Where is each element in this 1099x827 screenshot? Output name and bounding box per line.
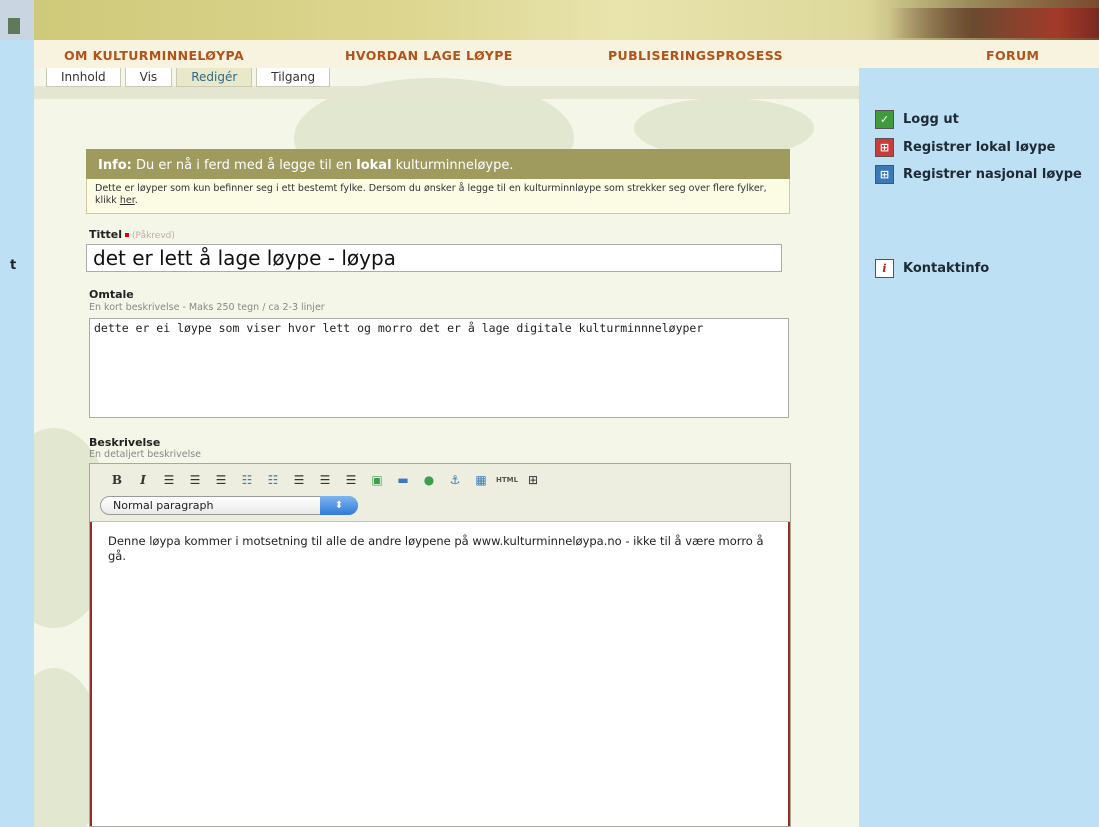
- link-icon[interactable]: ●: [416, 471, 442, 489]
- tab-innhold[interactable]: Innhold: [46, 68, 121, 87]
- format-select[interactable]: Normal paragraph ⬍: [100, 496, 358, 515]
- register-local-link[interactable]: ⊞ Registrer lokal løype: [875, 138, 1055, 157]
- main-content: Innhold Vis Redigér Tilgang Info: Du er …: [34, 68, 859, 827]
- title-input[interactable]: [86, 244, 782, 272]
- unordered-list-icon[interactable]: ☷: [260, 471, 286, 489]
- italic-button[interactable]: I: [130, 471, 156, 489]
- omtale-textarea[interactable]: dette er ei løype som viser hvor lett og…: [89, 318, 789, 418]
- logout-icon: ✓: [875, 110, 894, 129]
- anchor-icon[interactable]: ⚓: [442, 471, 468, 489]
- rich-text-editor: B I ☰ ☰ ☰ ☷ ☷ ☰ ☰ ☰ ▣ ▬ ● ⚓ ▦ HTML ⊞ Nor…: [89, 463, 791, 827]
- register-national-link[interactable]: ⊞ Registrer nasjonal løype: [875, 165, 1082, 184]
- required-marker: [125, 233, 130, 237]
- nav-hvordan-lage-loype[interactable]: HVORDAN LAGE LØYPE: [345, 48, 513, 63]
- fullscreen-icon[interactable]: ⊞: [520, 471, 546, 489]
- info-box: Info: Du er nå i ferd med å legge til en…: [86, 149, 790, 214]
- contact-link[interactable]: i Kontaktinfo: [875, 259, 989, 278]
- editor-content[interactable]: Denne løypa kommer i motsetning til alle…: [90, 522, 790, 826]
- right-sidebar: ✓ Logg ut ⊞ Registrer lokal løype ⊞ Regi…: [859, 68, 1099, 827]
- blockquote-icon[interactable]: ☰: [338, 471, 364, 489]
- nav-om-kulturminneloypa[interactable]: OM KULTURMINNELØYPA: [64, 48, 244, 63]
- ordered-list-icon[interactable]: ☷: [234, 471, 260, 489]
- main-navigation: OM KULTURMINNELØYPA HVORDAN LAGE LØYPE P…: [34, 40, 1099, 68]
- select-arrows-icon: ⬍: [320, 496, 358, 515]
- insert-media-icon[interactable]: ▬: [390, 471, 416, 489]
- header-banner: [34, 0, 1099, 40]
- insert-image-icon[interactable]: ▣: [364, 471, 390, 489]
- nav-publiseringsprosess[interactable]: PUBLISERINGSPROSESS: [608, 48, 783, 63]
- info-icon: i: [875, 259, 894, 278]
- left-cut-text: t: [10, 258, 17, 273]
- tab-rediger[interactable]: Redigér: [176, 68, 253, 87]
- html-source-button[interactable]: HTML: [494, 471, 520, 489]
- info-text: Dette er løyper som kun befinner seg i e…: [86, 179, 790, 214]
- tab-vis[interactable]: Vis: [124, 68, 173, 87]
- info-link-her[interactable]: her: [120, 195, 135, 206]
- indent-icon[interactable]: ☰: [286, 471, 312, 489]
- align-right-icon[interactable]: ☰: [208, 471, 234, 489]
- outdent-icon[interactable]: ☰: [312, 471, 338, 489]
- omtale-label: Omtale: [89, 288, 134, 301]
- beskrivelse-help: En detaljert beskrivelse: [89, 449, 202, 460]
- logout-link[interactable]: ✓ Logg ut: [875, 110, 959, 129]
- register-national-icon: ⊞: [875, 165, 894, 184]
- left-margin: t: [0, 40, 34, 827]
- table-icon[interactable]: ▦: [468, 471, 494, 489]
- register-local-icon: ⊞: [875, 138, 894, 157]
- title-label: Tittel (Påkrevd): [89, 228, 175, 241]
- align-center-icon[interactable]: ☰: [182, 471, 208, 489]
- logo-area: [0, 0, 34, 40]
- tab-tilgang[interactable]: Tilgang: [256, 68, 331, 87]
- omtale-help: En kort beskrivelse - Maks 250 tegn / ca…: [89, 302, 325, 313]
- edit-tabs: Innhold Vis Redigér Tilgang: [46, 68, 331, 87]
- info-heading: Info: Du er nå i ferd med å legge til en…: [86, 149, 790, 179]
- beskrivelse-label: Beskrivelse: [89, 436, 161, 449]
- nav-forum[interactable]: FORUM: [986, 48, 1039, 63]
- align-left-icon[interactable]: ☰: [156, 471, 182, 489]
- editor-toolbar: B I ☰ ☰ ☰ ☷ ☷ ☰ ☰ ☰ ▣ ▬ ● ⚓ ▦ HTML ⊞ Nor…: [90, 464, 790, 522]
- bold-button[interactable]: B: [104, 471, 130, 489]
